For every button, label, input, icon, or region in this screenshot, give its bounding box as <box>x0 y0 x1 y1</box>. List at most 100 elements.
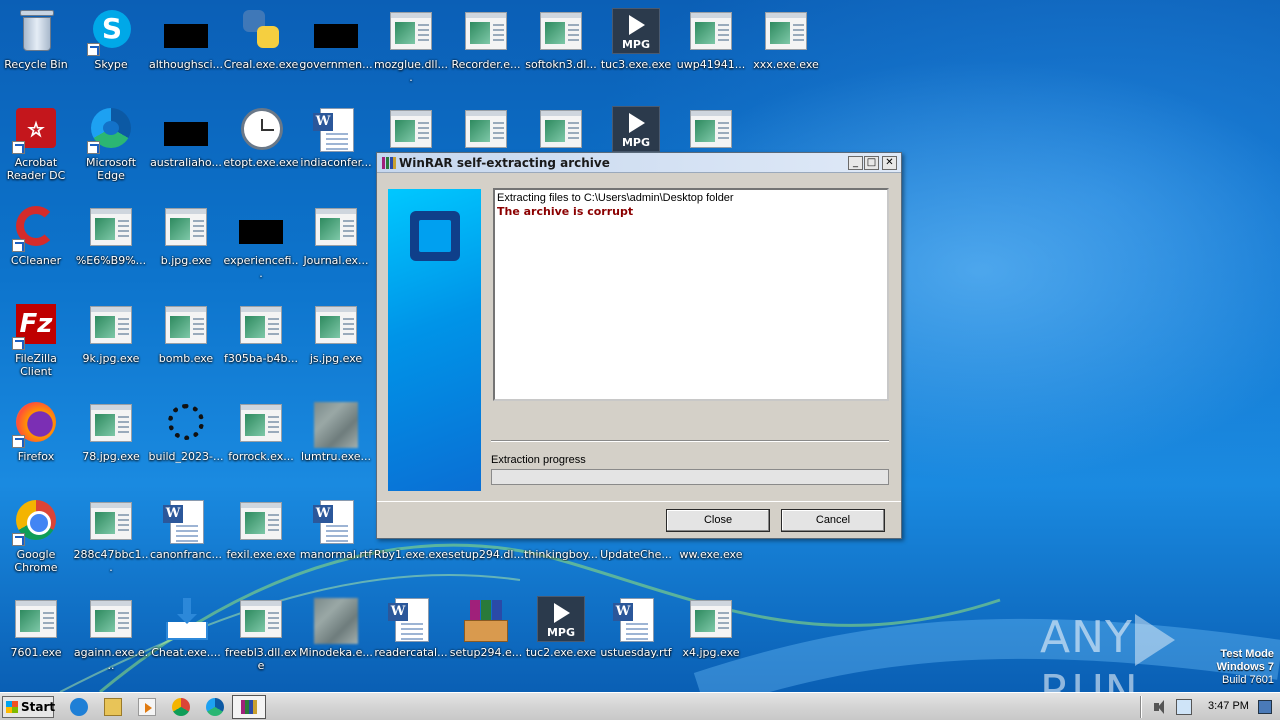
mpg-video-icon: MPG <box>537 596 585 644</box>
desktop-icon[interactable]: lumtru.exe... <box>298 396 374 488</box>
desktop-icon[interactable]: althoughsci... <box>148 4 224 96</box>
winrar-icon <box>241 700 257 714</box>
winrar-taskbar-button[interactable] <box>232 695 266 719</box>
desktop-icon-label: manormal.rtf <box>299 548 373 561</box>
desktop-icon[interactable]: Wreadercatal... <box>373 592 449 684</box>
minimize-button[interactable]: _ <box>848 156 863 170</box>
desktop-icon[interactable]: softokn3.dl... <box>523 4 599 96</box>
desktop-icon[interactable]: governmen... <box>298 4 374 96</box>
internet-explorer-icon[interactable] <box>70 698 88 716</box>
desktop-icon[interactable]: Recorder.e... <box>448 4 524 96</box>
desktop-icon[interactable]: mozglue.dll.... <box>373 4 449 96</box>
desktop-icon[interactable]: build_2023-... <box>148 396 224 488</box>
media-player-icon[interactable] <box>138 698 156 716</box>
shortcut-arrow-icon <box>87 141 100 154</box>
taskbar-clock[interactable]: 3:47 PM <box>1208 700 1249 712</box>
desktop-icon[interactable]: Wustuesday.rtf <box>598 592 674 684</box>
desktop-icon[interactable]: bomb.exe <box>148 298 224 390</box>
desktop-icon-label: CCleaner <box>10 254 62 267</box>
desktop-icon[interactable]: 9k.jpg.exe <box>73 298 149 390</box>
winrar-sfx-dialog: WinRAR self-extracting archive _ □ ✕ Ext… <box>376 152 902 539</box>
acrobat-icon: ⭐︎ <box>12 106 60 154</box>
executable-icon <box>312 204 360 252</box>
desktop-icon[interactable]: setup294.e... <box>448 592 524 684</box>
network-icon[interactable] <box>1176 699 1192 715</box>
blank-thumbnail-icon <box>162 106 210 154</box>
cancel-button[interactable]: Cancel <box>781 509 885 532</box>
desktop-icon[interactable]: CCleaner <box>0 200 74 292</box>
desktop-icon-label: Rby1.exe.exe <box>373 548 449 561</box>
log-line-extracting: Extracting files to C:\Users\admin\Deskt… <box>497 192 734 204</box>
close-button[interactable]: Close <box>666 509 770 532</box>
chrome-icon[interactable] <box>172 698 190 716</box>
desktop-icon-label: readercatal... <box>374 646 448 659</box>
explorer-folder-icon[interactable] <box>104 698 122 716</box>
desktop-icon[interactable]: Minodeka.e... <box>298 592 374 684</box>
close-window-button[interactable]: ✕ <box>882 156 897 170</box>
desktop-icon[interactable]: f305ba-b4b... <box>223 298 299 390</box>
show-desktop-icon[interactable] <box>1258 700 1272 714</box>
winrar-banner <box>388 189 481 491</box>
taskbar: Start 3:47 PM <box>0 692 1280 720</box>
python-script-icon <box>237 8 285 56</box>
shortcut-arrow-icon <box>12 533 25 546</box>
desktop-icon[interactable]: MPG tuc2.exe.exe <box>523 592 599 684</box>
executable-icon <box>12 596 60 644</box>
desktop-icon-label: forrock.ex... <box>228 450 294 463</box>
desktop-icon[interactable]: js.jpg.exe <box>298 298 374 390</box>
desktop-icon[interactable]: fexil.exe.exe <box>223 494 299 586</box>
desktop-icon[interactable]: MPG tuc3.exe.exe <box>598 4 674 96</box>
executable-icon <box>237 596 285 644</box>
desktop-icon[interactable]: Journal.ex... <box>298 200 374 292</box>
desktop-icon[interactable]: freebl3.dll.exe <box>223 592 299 684</box>
desktop-icon[interactable]: australiaho... <box>148 102 224 194</box>
desktop-icon[interactable]: S Skype <box>73 4 149 96</box>
extraction-log[interactable]: Extracting files to C:\Users\admin\Deskt… <box>493 188 889 401</box>
desktop-icon[interactable]: %E6%B9%... <box>73 200 149 292</box>
desktop-icon[interactable]: forrock.ex... <box>223 396 299 488</box>
watermark-text-left: ANY <box>1040 612 1133 663</box>
desktop-icon[interactable]: Wcanonfranc... <box>148 494 224 586</box>
recycle-bin-icon <box>12 8 60 56</box>
shortcut-arrow-icon <box>12 435 25 448</box>
build-line: Build 7601 <box>1222 674 1274 686</box>
desktop-icon[interactable]: experiencefi... <box>223 200 299 292</box>
desktop-icon[interactable]: 7601.exe <box>0 592 74 684</box>
executable-icon <box>387 106 435 154</box>
desktop-icon[interactable]: b.jpg.exe <box>148 200 224 292</box>
start-button[interactable]: Start <box>2 696 55 718</box>
blank-thumbnail-icon <box>162 8 210 56</box>
desktop-icon[interactable]: xxx.exe.exe <box>748 4 824 96</box>
desktop-icon[interactable]: uwp41941... <box>673 4 749 96</box>
desktop-icon[interactable]: ⭐︎ Acrobat Reader DC <box>0 102 74 194</box>
desktop-icon[interactable]: Microsoft Edge <box>73 102 149 194</box>
desktop-icon-label: ustuesday.rtf <box>600 646 672 659</box>
executable-icon <box>237 302 285 350</box>
desktop-icon[interactable]: Creal.exe.exe <box>223 4 299 96</box>
desktop-icon[interactable]: Firefox <box>0 396 74 488</box>
desktop-icon[interactable]: againn.exe.e... <box>73 592 149 684</box>
desktop-icon-label: build_2023-... <box>148 450 224 463</box>
executable-icon <box>87 498 135 546</box>
desktop-icon[interactable]: Windiaconfer... <box>298 102 374 194</box>
desktop-icon-label: australiaho... <box>150 156 222 169</box>
desktop-icon-label: ww.exe.exe <box>679 548 743 561</box>
desktop-icon[interactable]: x4.jpg.exe <box>673 592 749 684</box>
edge-icon[interactable] <box>206 698 224 716</box>
desktop-icon[interactable]: Wmanormal.rtf <box>298 494 374 586</box>
desktop-icon-label: canonfranc... <box>149 548 223 561</box>
desktop-icon[interactable]: 78.jpg.exe <box>73 396 149 488</box>
desktop-icon[interactable]: etopt.exe.exe <box>223 102 299 194</box>
desktop-icon-label: 9k.jpg.exe <box>82 352 140 365</box>
desktop-icon[interactable]: Google Chrome <box>0 494 74 586</box>
executable-icon <box>462 106 510 154</box>
edge-icon <box>87 106 135 154</box>
desktop-icon[interactable]: Recycle Bin <box>0 4 74 96</box>
desktop-icon[interactable]: Fz FileZilla Client <box>0 298 74 390</box>
test-mode-notice: Test Mode Windows 7 Build 7601 <box>1217 648 1274 687</box>
volume-icon[interactable] <box>1152 699 1168 715</box>
dialog-titlebar[interactable]: WinRAR self-extracting archive _ □ ✕ <box>377 153 901 173</box>
maximize-button[interactable]: □ <box>864 156 879 170</box>
desktop-icon[interactable]: 288c47bbc1... <box>73 494 149 586</box>
desktop-icon[interactable]: Cheat.exe.... <box>148 592 224 684</box>
